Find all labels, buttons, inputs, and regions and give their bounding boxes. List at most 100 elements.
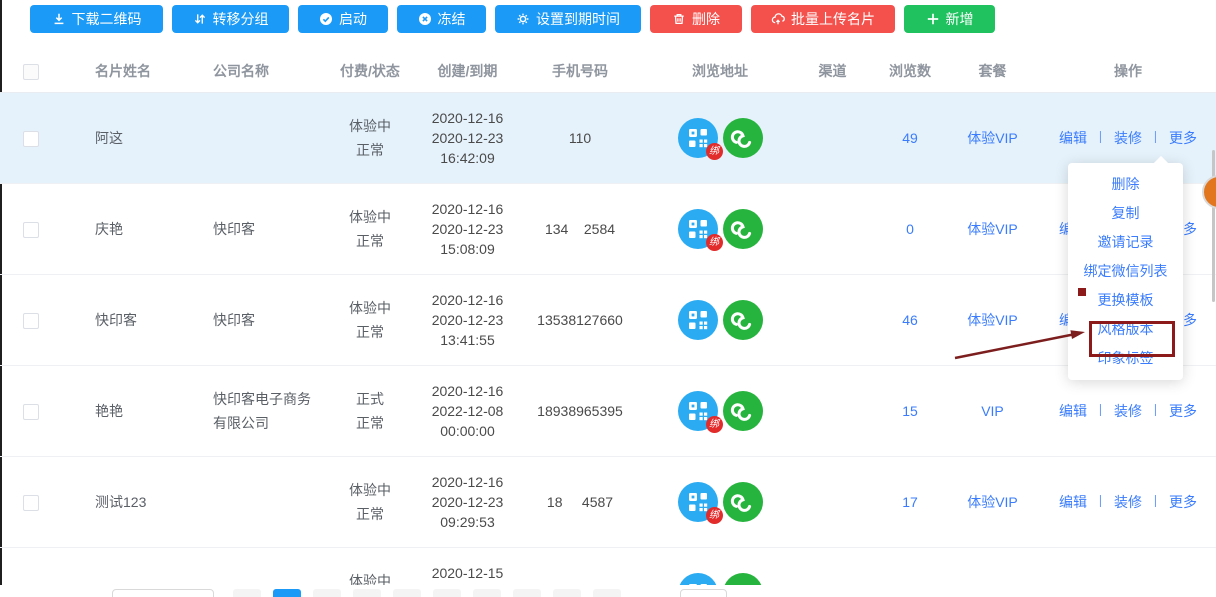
header-browse-address: 浏览地址	[650, 60, 790, 82]
card-name: 庆艳	[62, 218, 175, 240]
miniprogram-link-icon[interactable]	[723, 300, 763, 340]
decorate-link[interactable]: 装修	[1114, 491, 1142, 513]
download-icon	[52, 12, 66, 26]
miniprogram-link-icon[interactable]	[723, 209, 763, 249]
select-all-checkbox[interactable]	[23, 64, 39, 80]
header-channel: 渠道	[790, 60, 875, 82]
row-checkbox[interactable]	[23, 495, 39, 511]
view-count[interactable]: 0	[875, 218, 945, 240]
table-row: 艳艳 快印客电子商务有限公司 正式正常 2020-12-162022-12-08…	[0, 366, 1216, 457]
edit-link[interactable]: 编辑	[1059, 491, 1087, 513]
header-company: 公司名称	[175, 59, 315, 83]
page-button[interactable]	[313, 589, 341, 597]
page-button[interactable]	[473, 589, 501, 597]
decorate-link[interactable]: 装修	[1114, 127, 1142, 149]
qr-code-icon[interactable]	[678, 300, 718, 340]
transfer-icon	[193, 12, 207, 26]
card-name: 阿这	[62, 127, 175, 149]
bind-badge: 绑	[706, 416, 723, 433]
annotation-square	[1078, 288, 1086, 296]
page-size-select[interactable]	[112, 589, 214, 597]
create-expire: 2020-12-162020-12-2309:29:53	[425, 472, 510, 532]
pagination-bar	[0, 585, 1216, 597]
batch-upload-button[interactable]: 批量上传名片	[751, 5, 895, 33]
row-checkbox[interactable]	[23, 404, 39, 420]
view-count[interactable]: 17	[875, 491, 945, 513]
pay-status: 正式正常	[315, 387, 425, 435]
add-new-button[interactable]: 新增	[904, 5, 995, 33]
view-count[interactable]: 15	[875, 400, 945, 422]
row-actions: 编辑丨装修丨更多	[1040, 127, 1216, 149]
qr-code-icon[interactable]: 绑	[678, 118, 718, 158]
dropdown-item-copy[interactable]: 复制	[1068, 199, 1183, 228]
scrollbar-thumb[interactable]	[1212, 150, 1215, 302]
freeze-button[interactable]: 冻结	[397, 5, 486, 33]
dropdown-item-invite-records[interactable]: 邀请记录	[1068, 228, 1183, 257]
more-link[interactable]: 更多	[1169, 400, 1197, 422]
browse-address: 绑	[650, 391, 790, 431]
header-create-expire: 创建/到期	[425, 60, 510, 82]
cloud-upload-icon	[771, 12, 785, 26]
dropdown-item-delete[interactable]: 删除	[1068, 170, 1183, 199]
set-expire-time-button[interactable]: 设置到期时间	[495, 5, 641, 33]
miniprogram-link-icon[interactable]	[723, 391, 763, 431]
create-expire: 2020-12-162020-12-2313:41:55	[425, 290, 510, 350]
button-label: 下载二维码	[72, 9, 142, 29]
table-row: 阿这 体验中正常 2020-12-162020-12-2316:42:09 11…	[0, 93, 1216, 184]
edit-link[interactable]: 编辑	[1059, 127, 1087, 149]
card-management-page: 下载二维码 转移分组 启动 冻结 设置到期时间 删除 批量上传名片 新增	[0, 0, 1216, 597]
miniprogram-link-icon[interactable]	[723, 118, 763, 158]
card-name: 艳艳	[62, 400, 175, 422]
gear-icon	[516, 12, 530, 26]
row-checkbox[interactable]	[23, 222, 39, 238]
plus-icon	[926, 12, 940, 26]
view-count[interactable]: 49	[875, 127, 945, 149]
pay-status: 体验中正常	[315, 114, 425, 162]
delete-button[interactable]: 删除	[650, 5, 742, 33]
page-button[interactable]	[553, 589, 581, 597]
decorate-link[interactable]: 装修	[1114, 400, 1142, 422]
page-button[interactable]	[393, 589, 421, 597]
download-qr-button[interactable]: 下载二维码	[30, 5, 163, 33]
row-checkbox[interactable]	[23, 131, 39, 147]
pay-status: 体验中正常	[315, 205, 425, 253]
more-link[interactable]: 更多	[1169, 491, 1197, 513]
table-header: 名片姓名 公司名称 付费/状态 创建/到期 手机号码 浏览地址 渠道 浏览数 套…	[0, 50, 1216, 93]
more-link[interactable]: 更多	[1169, 127, 1197, 149]
button-label: 新增	[946, 9, 974, 29]
button-label: 删除	[692, 9, 720, 29]
qr-code-icon[interactable]: 绑	[678, 482, 718, 522]
annotation-highlight-box	[1089, 321, 1175, 357]
pay-status: 体验中正常	[315, 296, 425, 344]
row-actions: 编辑丨装修丨更多	[1040, 491, 1216, 513]
toolbar: 下载二维码 转移分组 启动 冻结 设置到期时间 删除 批量上传名片 新增	[30, 5, 995, 33]
start-button[interactable]: 启动	[298, 5, 388, 33]
row-checkbox[interactable]	[23, 313, 39, 329]
page-button-active[interactable]	[273, 589, 301, 597]
transfer-group-button[interactable]: 转移分组	[172, 5, 289, 33]
browse-address: 绑	[650, 118, 790, 158]
qr-code-icon[interactable]: 绑	[678, 391, 718, 431]
package: 体验VIP	[945, 491, 1040, 513]
miniprogram-link-icon[interactable]	[723, 482, 763, 522]
row-actions: 编辑丨装修丨更多	[1040, 400, 1216, 422]
card-name: 快印客	[62, 309, 175, 331]
page-button[interactable]	[233, 589, 261, 597]
edit-link[interactable]: 编辑	[1059, 400, 1087, 422]
page-button[interactable]	[353, 589, 381, 597]
browse-address: 绑	[650, 482, 790, 522]
company-name: 快印客	[175, 308, 315, 332]
page-button[interactable]	[513, 589, 541, 597]
phone-number: 13538127660	[510, 309, 650, 331]
phone-number: 18938965395	[510, 400, 650, 422]
qr-code-icon[interactable]: 绑	[678, 209, 718, 249]
page-button[interactable]	[433, 589, 461, 597]
dropdown-item-bind-wechat-list[interactable]: 绑定微信列表	[1068, 257, 1183, 286]
button-label: 转移分组	[213, 9, 269, 29]
check-circle-icon	[319, 12, 333, 26]
package: VIP	[945, 400, 1040, 422]
page-next-control[interactable]	[680, 589, 727, 597]
table-row: 测试123 体验中正常 2020-12-162020-12-2309:29:53…	[0, 457, 1216, 548]
page-button[interactable]	[593, 589, 621, 597]
browse-address	[650, 300, 790, 340]
